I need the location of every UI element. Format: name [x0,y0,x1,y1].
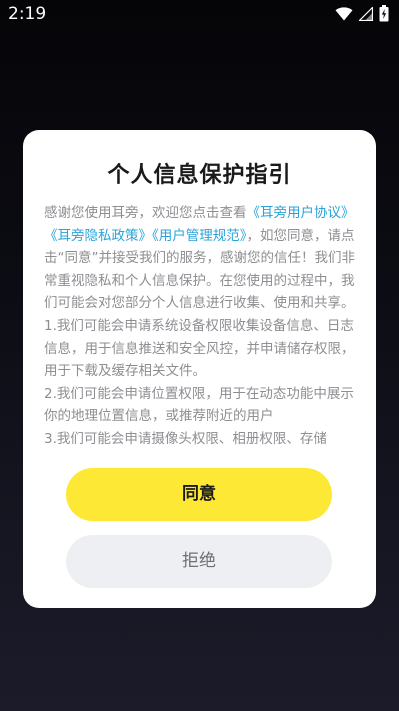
privacy-dialog: 个人信息保护指引 感谢您使用耳旁，欢迎您点击查看《耳旁用户协议》《耳旁隐私政策》… [23,130,376,608]
privacy-policy-link[interactable]: 《耳旁隐私政策》 [44,228,152,244]
status-icons [335,5,389,22]
agree-button[interactable]: 同意 [66,468,332,521]
wifi-icon [335,6,353,21]
user-agreement-link[interactable]: 《耳旁用户协议》 [247,205,355,221]
intro-prefix: 感谢您使用耳旁，欢迎您点击查看 [44,205,247,221]
permission-item-1: 1.我们可能会申请系统设备权限收集设备信息、日志信息，用于信息推送和安全风控，并… [44,317,355,380]
battery-charging-icon [379,5,389,22]
status-time: 2:19 [8,4,47,24]
intro-paragraph: 感谢您使用耳旁，欢迎您点击查看《耳旁用户协议》《耳旁隐私政策》《用户管理规范》，… [44,202,356,315]
user-rules-link[interactable]: 《用户管理规范》 [152,228,247,244]
status-bar: 2:19 [0,0,399,28]
permission-item-3: 3.我们可能会申请摄像头权限、相册权限、存储 [44,430,327,447]
dialog-title: 个人信息保护指引 [107,163,292,188]
signal-icon [359,6,373,21]
permission-item-2: 2.我们可能会申请位置权限，用于在动态功能中展示你的地理位置信息，或推荐附近的用… [44,385,354,425]
reject-button[interactable]: 拒绝 [66,535,332,588]
